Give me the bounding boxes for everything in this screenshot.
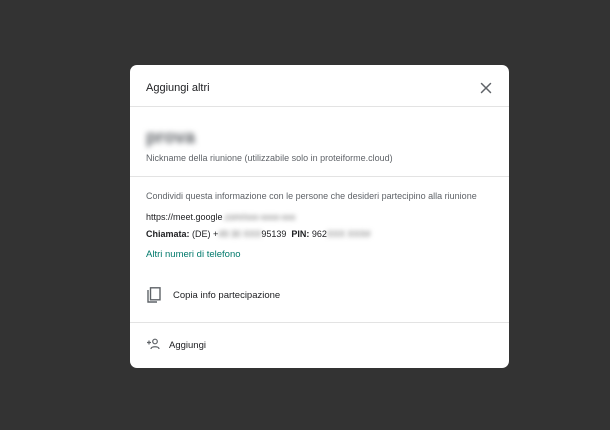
add-people-dialog: Aggiungi altri prova Nickname della riun… xyxy=(130,65,509,368)
call-number-redacted: 49 30 XXX xyxy=(218,229,262,239)
call-label: Chiamata: xyxy=(146,229,190,239)
nickname-section: prova Nickname della riunione (utilizzab… xyxy=(130,107,509,177)
close-button[interactable] xyxy=(479,81,493,95)
dialog-title: Aggiungi altri xyxy=(146,82,210,94)
more-phone-numbers-link[interactable]: Altri numeri di telefono xyxy=(146,249,241,260)
dialog-header: Aggiungi altri xyxy=(130,65,509,107)
person-add-icon xyxy=(147,338,160,350)
copy-join-info-button[interactable]: Copia info partecipazione xyxy=(130,278,509,312)
meeting-link-redacted: .com/xxx-xxxx-xxx xyxy=(222,212,296,222)
share-instructions: Condividi questa informazione con le per… xyxy=(146,191,477,201)
divider xyxy=(130,322,509,323)
pin-label: PIN: xyxy=(291,229,310,239)
meeting-link[interactable]: https://meet.google.com/xxx-xxxx-xxx xyxy=(146,212,296,223)
copy-icon xyxy=(147,287,161,303)
add-people-button[interactable]: Aggiungi xyxy=(130,327,509,363)
meeting-link-text: https://meet.google xyxy=(146,212,223,222)
dial-in-info: Chiamata: (DE) +49 30 XXX95139 PIN: 962X… xyxy=(146,229,370,240)
close-icon xyxy=(480,82,492,94)
pin-visible: 962 xyxy=(311,229,327,239)
pin-redacted: XXX XXX# xyxy=(326,229,371,239)
call-country: (DE) xyxy=(192,229,211,239)
add-people-label: Aggiungi xyxy=(169,340,206,351)
call-number-visible: 95139 xyxy=(261,229,287,239)
nickname-hint: Nickname della riunione (utilizzabile so… xyxy=(146,153,393,163)
meeting-nickname: prova xyxy=(146,127,196,147)
copy-join-info-label: Copia info partecipazione xyxy=(173,290,281,301)
